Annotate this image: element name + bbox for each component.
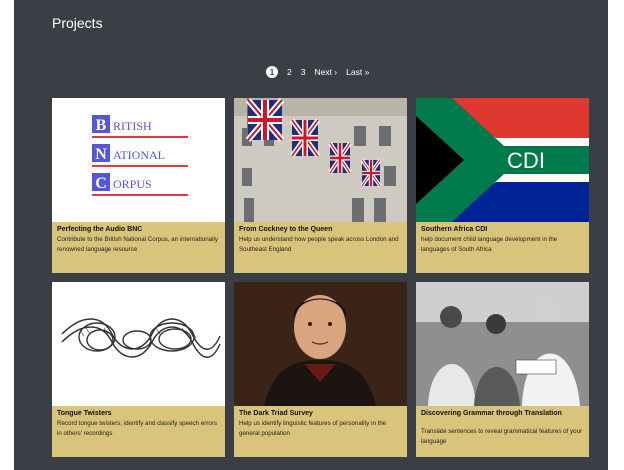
bnc-logo-image: B RITISH N ATIONAL C ORPUS (52, 98, 225, 222)
project-card-cockney[interactable]: From Cockney to the Queen Help us unders… (234, 98, 407, 273)
next-page-link[interactable]: Next › (314, 67, 337, 77)
project-card-tongue-twisters[interactable]: Tongue Twisters Record tongue twisters; … (52, 282, 225, 457)
project-card-discovering-grammar[interactable]: Discovering Grammar through Translation … (416, 282, 589, 457)
page-2-link[interactable]: 2 (287, 67, 292, 77)
card-description: Help us identify linguistic features of … (239, 420, 387, 437)
card-description: help document child language development… (421, 236, 558, 253)
pagination: 1 2 3 Next › Last » (266, 66, 369, 78)
union-flag-3 (328, 141, 352, 175)
card-title[interactable]: From Cockney to the Queen (239, 225, 401, 234)
card-title[interactable]: Discovering Grammar through Translation (421, 409, 583, 418)
card-title[interactable]: Southern Africa CDI (421, 225, 583, 234)
page: Projects 1 2 3 Next › Last » B RITISH N … (14, 0, 608, 470)
union-flag-2 (289, 118, 321, 158)
fieldwork-photo (416, 282, 589, 406)
card-title[interactable]: Perfecting the Audio BNC (57, 225, 219, 234)
page-1-current[interactable]: 1 (266, 66, 278, 78)
bnc-word-british: RITISH (113, 119, 152, 133)
bnc-word-national: ATIONAL (113, 148, 165, 162)
cdi-flag-text: CDI (507, 148, 545, 173)
last-page-link[interactable]: Last » (346, 67, 369, 77)
card-title[interactable]: Tongue Twisters (57, 409, 219, 418)
bnc-letter-b: B (96, 117, 107, 134)
card-description: Record tongue twisters; identify and cla… (57, 420, 217, 437)
bnc-letter-c: C (95, 175, 107, 192)
project-card-dark-triad[interactable]: The Dark Triad Survey Help us identify l… (234, 282, 407, 457)
page-3-link[interactable]: 3 (301, 67, 306, 77)
card-description: Help us understand how people speak acro… (239, 236, 399, 253)
south-africa-flag-image: CDI (416, 98, 589, 222)
london-flags-photo (234, 98, 407, 222)
card-description: Translate sentences to reveal grammatica… (421, 428, 583, 445)
page-title: Projects (52, 15, 103, 31)
portrait-painting (234, 282, 407, 406)
bnc-letter-n: N (95, 146, 107, 163)
card-title[interactable]: The Dark Triad Survey (239, 409, 401, 418)
project-card-southern-africa-cdi[interactable]: CDI Southern Africa CDI help document ch… (416, 98, 589, 273)
project-card-audio-bnc[interactable]: B RITISH N ATIONAL C ORPUS Perfecting th… (52, 98, 225, 273)
union-flag-4 (360, 159, 382, 187)
card-description: Contribute to the British National Corpu… (57, 236, 218, 253)
bnc-word-corpus: ORPUS (113, 177, 152, 191)
knotted-rope-drawing (52, 282, 225, 406)
union-flag-1 (245, 98, 285, 142)
